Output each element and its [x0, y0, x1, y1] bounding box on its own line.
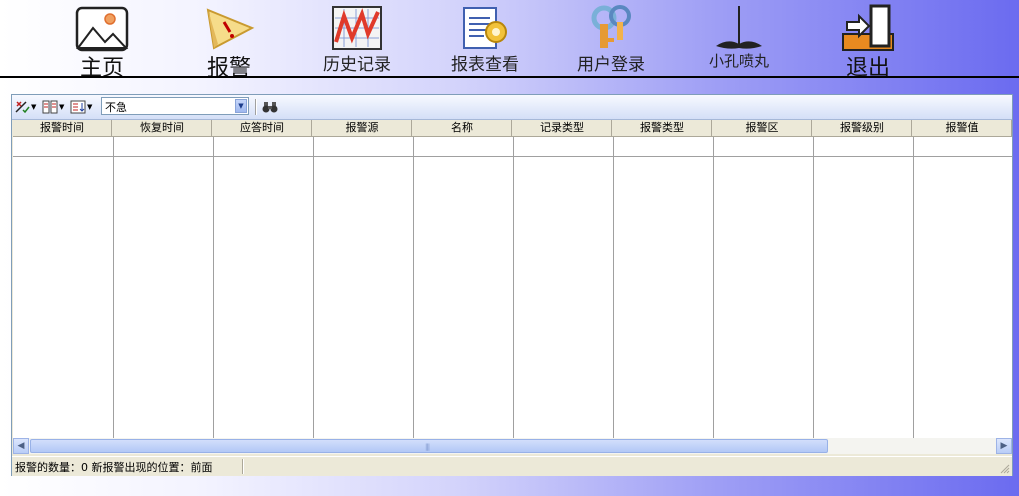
sort-dropdown-button[interactable]: ▼	[70, 98, 92, 116]
nav-reports-label: 报表查看	[451, 55, 519, 75]
alarm-filter-value: 不急	[105, 101, 127, 114]
column-divider	[513, 137, 514, 438]
horizontal-scrollbar[interactable]: ◀ ||| ▶	[13, 438, 1012, 454]
scroll-right-button[interactable]: ▶	[996, 438, 1012, 454]
grip-icon: |||	[425, 443, 430, 451]
alarm-filter-select[interactable]: 不急 ▼	[101, 97, 249, 115]
column-divider	[213, 137, 214, 438]
column-header-alarm-value[interactable]: 报警值	[913, 120, 1012, 136]
nav-user-login-label: 用户登录	[577, 55, 645, 75]
shot-peening-icon	[716, 6, 762, 49]
column-divider	[813, 137, 814, 438]
nav-shot-peening[interactable]: 小孔喷丸	[684, 2, 794, 76]
alarm-toolbar: ▼ ▼ ▼ 不急 ▼	[12, 95, 1012, 120]
table-header: 报警时间 恢复时间 应答时间 报警源 名称 记录类型 报警类型 报警区 报警级别…	[13, 120, 1012, 137]
scrollbar-thumb[interactable]: |||	[30, 439, 828, 453]
chevron-down-icon: ▼	[59, 103, 65, 111]
nav-shot-peening-label: 小孔喷丸	[708, 52, 769, 70]
column-divider	[413, 137, 414, 438]
column-header-ack-time[interactable]: 应答时间	[213, 120, 312, 136]
nav-reports[interactable]: 报表查看	[430, 2, 540, 76]
home-picture-icon	[75, 6, 129, 52]
acknowledge-dropdown-button[interactable]: ▼	[14, 98, 36, 116]
column-header-alarm-time[interactable]: 报警时间	[13, 120, 112, 136]
columns-dropdown-button[interactable]: ▼	[42, 98, 64, 116]
user-login-keys-icon	[591, 5, 631, 48]
binoculars-find-icon	[262, 102, 278, 113]
toolbar-divider	[255, 99, 257, 115]
column-header-alarm-type[interactable]: 报警类型	[613, 120, 712, 136]
column-header-recover-time[interactable]: 恢复时间	[113, 120, 212, 136]
chevron-down-icon: ▼	[31, 103, 37, 111]
column-divider	[613, 137, 614, 438]
nav-separator	[0, 76, 1019, 78]
alarm-table: 报警时间 恢复时间 应答时间 报警源 名称 记录类型 报警类型 报警区 报警级别…	[13, 120, 1012, 438]
column-header-record-type[interactable]: 记录类型	[513, 120, 612, 136]
column-divider	[713, 137, 714, 438]
column-divider	[113, 137, 114, 438]
nav-exit[interactable]: 退出	[813, 2, 923, 81]
nav-alarm[interactable]: 报警	[174, 2, 284, 81]
report-view-icon	[463, 7, 507, 49]
chevron-down-icon: ▼	[87, 103, 93, 111]
sort-icon	[70, 100, 86, 114]
find-button[interactable]	[262, 98, 278, 116]
nav-user-login[interactable]: 用户登录	[556, 2, 666, 76]
status-divider	[242, 459, 244, 474]
history-chart-icon	[332, 6, 382, 50]
column-header-alarm-source[interactable]: 报警源	[313, 120, 412, 136]
column-divider	[313, 137, 314, 438]
scroll-left-button[interactable]: ◀	[13, 438, 29, 454]
status-text: 报警的数量：0 新报警出现的位置：前面	[15, 461, 213, 474]
nav-home[interactable]: 主页	[47, 2, 157, 81]
nav-history-label: 历史记录	[323, 55, 391, 75]
top-navigation: 主页 报警 历史记录 报表查看 用户登录 小孔喷丸 退出	[0, 0, 1019, 81]
resize-grip-icon[interactable]	[1000, 464, 1010, 474]
alarm-window: ▼ ▼ ▼ 不急 ▼ 报警时间 恢复时间 应答时间 报警源 名称 记录类型 报警…	[11, 94, 1013, 476]
status-bar: 报警的数量：0 新报警出现的位置：前面	[12, 456, 1012, 476]
exit-door-icon	[842, 4, 894, 51]
column-header-alarm-zone[interactable]: 报警区	[713, 120, 812, 136]
column-header-name[interactable]: 名称	[413, 120, 512, 136]
nav-history[interactable]: 历史记录	[302, 2, 412, 76]
alarm-warning-icon	[206, 8, 255, 50]
columns-icon	[42, 100, 58, 114]
chevron-down-icon[interactable]: ▼	[235, 99, 247, 113]
column-divider	[913, 137, 914, 438]
column-header-alarm-level[interactable]: 报警级别	[813, 120, 912, 136]
acknowledge-icon	[15, 101, 30, 114]
